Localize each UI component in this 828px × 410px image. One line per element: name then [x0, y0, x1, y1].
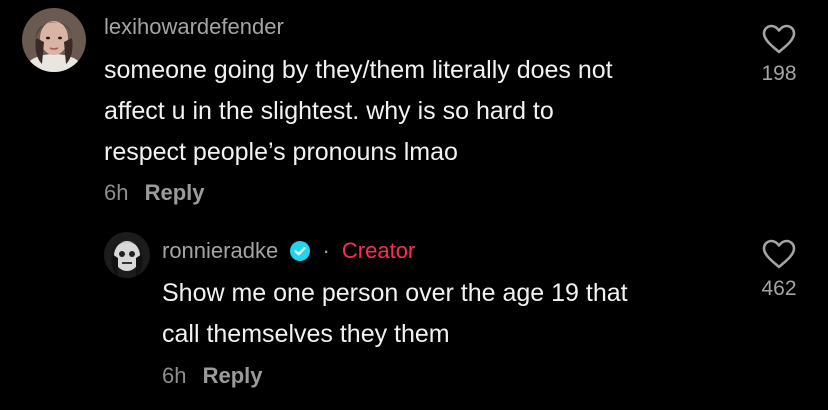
comment-timestamp: 6h [104, 180, 129, 205]
like-button[interactable]: 198 [749, 24, 809, 86]
avatar-image [104, 232, 150, 278]
like-count: 198 [761, 62, 797, 85]
like-count: 462 [761, 277, 797, 300]
heart-outline-icon [762, 24, 796, 54]
reply-username[interactable]: ronnieradke [162, 238, 278, 263]
reply-text-line: call themselves they them [162, 320, 450, 348]
reply-text: Show me one person over the age 19 that … [162, 273, 742, 355]
reply-button[interactable]: Reply [145, 180, 205, 205]
comment-meta: 6h Reply [104, 180, 205, 206]
reply-username-row: ronnieradke · Creator [162, 238, 415, 264]
reply-timestamp: 6h [162, 363, 187, 388]
reply-text-line: Show me one person over the age 19 that [162, 279, 628, 307]
comment-text-line: affect u in the slightest. why is so har… [104, 97, 554, 125]
reply-item: ronnieradke · Creator Show me one person… [0, 215, 828, 410]
reply-button[interactable]: Reply [203, 363, 263, 388]
creator-badge: Creator [341, 238, 416, 263]
comment-text: someone going by they/them literally doe… [104, 50, 744, 173]
comment-text-line: respect people’s pronouns lmao [104, 138, 458, 166]
avatar-image [22, 8, 86, 72]
avatar[interactable] [22, 8, 86, 72]
comment-text-line: someone going by they/them literally doe… [104, 56, 613, 84]
heart-outline-icon [762, 239, 796, 269]
comment-username[interactable]: lexihowardefender [104, 14, 284, 40]
like-button[interactable]: 462 [749, 239, 809, 301]
comment-item: lexihowardefender someone going by they/… [0, 0, 828, 215]
reply-meta: 6h Reply [162, 363, 263, 389]
avatar[interactable] [104, 232, 150, 278]
separator-dot: · [322, 238, 330, 263]
verified-badge-icon [290, 241, 311, 261]
